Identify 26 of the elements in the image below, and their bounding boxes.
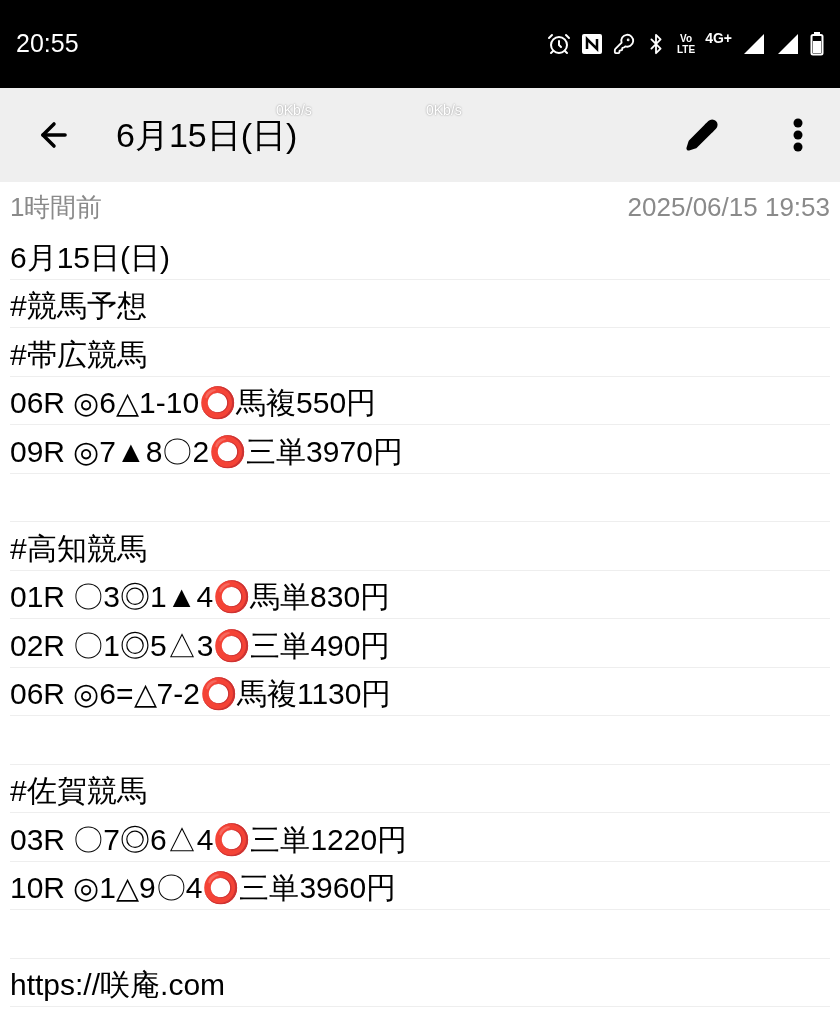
note-line: #競馬予想 [10,288,147,324]
note-line: 03R 〇7◎6△4⭕三単1220円 [10,821,408,859]
note-line: 06R ◎6△1-10⭕馬複550円 [10,385,377,422]
clock-time: 20:55 [16,28,79,60]
note-line: #佐賀競馬 [10,773,147,809]
key-icon [613,33,635,55]
timestamp: 2025/06/15 19:53 [627,191,830,224]
signal-icon [742,32,766,56]
pencil-icon [685,118,719,152]
note-line: https://咲庵.com [10,967,226,1003]
volte-label: Vo LTE [677,33,696,55]
note-line: #高知競馬 [10,530,147,567]
note-line: 6月15日(日) [10,239,171,276]
signal-icon [776,32,800,56]
note-line: 02R 〇1◎5△3⭕三単490円 [10,627,391,665]
note-line: #帯広競馬 [10,336,147,373]
more-icon [793,118,803,152]
network-label: 4G+ [705,28,732,48]
alarm-icon [547,32,571,56]
note-line: 09R ◎7▲8〇2⭕三単3970円 [10,433,403,471]
nfc-icon [581,33,603,55]
note-line: 01R 〇3◎1▲4⭕馬単830円 [10,579,391,616]
note-line: 06R ◎6=△7-2⭕馬複1130円 [10,676,392,713]
relative-time: 1時間前 [10,191,103,224]
battery-icon [810,32,824,56]
note-line: 10R ◎1△9〇4⭕三単3960円 [10,870,397,907]
